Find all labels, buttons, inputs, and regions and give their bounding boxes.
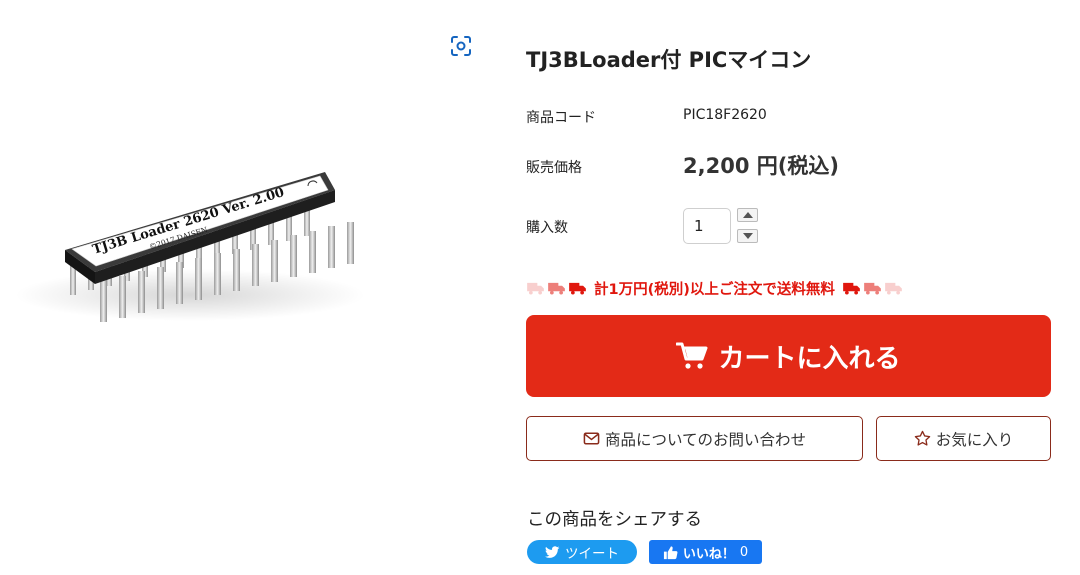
price-value: 2,200 円(税込) — [683, 154, 839, 178]
add-to-cart-label: カートに入れる — [718, 343, 901, 374]
product-code-label: 商品コード — [526, 110, 596, 126]
product-inquiry-button[interactable]: 商品についてのお問い合わせ — [526, 416, 863, 461]
free-shipping-text: 計1万円(税別)以上ご注文で送料無料 — [594, 282, 835, 298]
quantity-label: 購入数 — [526, 220, 568, 236]
quantity-decrement-button[interactable] — [737, 229, 758, 243]
truck-icon — [884, 282, 902, 295]
product-image: TJ3B Loader 2620 Ver. 2.00 ©2017 DAISEN — [10, 150, 370, 340]
zoom-button[interactable] — [449, 34, 473, 58]
star-outline-icon — [914, 430, 930, 446]
envelope-icon — [583, 432, 600, 445]
quantity-increment-button[interactable] — [737, 208, 758, 222]
zoom-scan-icon — [451, 36, 471, 56]
add-to-cart-button[interactable]: カートに入れる — [526, 315, 1051, 397]
share-heading: この商品をシェアする — [527, 510, 702, 530]
product-image-area: TJ3B Loader 2620 Ver. 2.00 ©2017 DAISEN — [0, 0, 500, 575]
triangle-down-icon — [742, 233, 753, 239]
free-shipping-notice: 計1万円(税別)以上ご注文で送料無料 — [526, 278, 903, 299]
cart-icon — [676, 342, 708, 369]
tweet-label: ツイート — [565, 546, 619, 562]
product-inquiry-label: 商品についてのお問い合わせ — [604, 430, 807, 449]
favorite-button[interactable]: お気に入り — [876, 416, 1051, 461]
tweet-button[interactable]: ツイート — [527, 540, 637, 564]
truck-icon — [863, 282, 881, 295]
triangle-up-icon — [742, 212, 753, 218]
facebook-like-button[interactable]: いいね！ 0 — [649, 540, 762, 564]
like-label: いいね！ — [682, 546, 735, 562]
truck-icon — [569, 282, 586, 295]
twitter-bird-icon — [545, 545, 560, 558]
product-code-value: PIC18F2620 — [683, 107, 767, 123]
thumbs-up-icon — [663, 545, 678, 559]
truck-icon — [527, 282, 544, 295]
ic-chip-illustration: TJ3B Loader 2620 Ver. 2.00 ©2017 DAISEN — [15, 172, 365, 322]
product-title: TJ3BLoader付 PICマイコン — [526, 48, 812, 72]
truck-icon — [548, 282, 565, 295]
like-count: 0 — [739, 544, 749, 560]
favorite-label: お気に入り — [935, 430, 1014, 449]
price-label: 販売価格 — [526, 160, 582, 176]
truck-icon — [842, 282, 860, 295]
quantity-input[interactable] — [683, 208, 731, 244]
